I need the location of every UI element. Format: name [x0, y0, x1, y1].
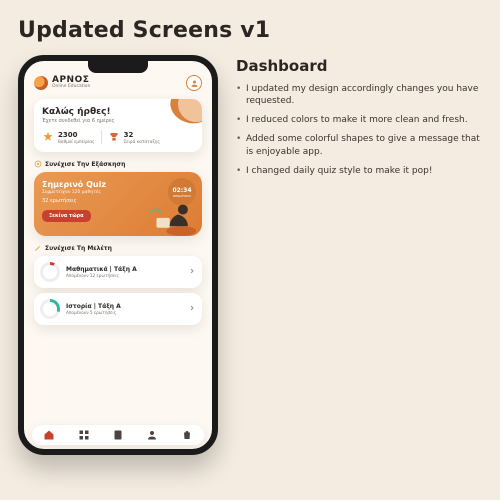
study-sub: Απομένουν 5 ερωτήσεις: [66, 310, 182, 315]
welcome-card: Καλώς ήρθες! Έχετε συνδεθεί για 6 ημέρες…: [34, 99, 202, 152]
brand-logo-icon: [34, 76, 48, 90]
app-header: ΑΡΝΟΣ Online Education: [34, 75, 202, 91]
progress-ring: 8%: [40, 262, 60, 282]
welcome-sub: Έχετε συνδεθεί για 6 ημέρες: [42, 118, 194, 124]
tab-profile[interactable]: [145, 428, 159, 442]
side-panel: Dashboard I updated my design accordingl…: [236, 55, 482, 184]
user-icon: [190, 79, 199, 88]
pencil-icon: [34, 244, 42, 252]
quiz-timer-label: απομένουν: [173, 194, 191, 198]
person-reading-icon: [148, 198, 198, 236]
study-title: Μαθηματικά | Τάξη Α: [66, 266, 182, 273]
stat-rank-value: 32: [124, 131, 160, 139]
stat-xp-value: 2300: [58, 131, 95, 139]
stat-rank-label: Σειρά κατάταξης: [124, 139, 160, 144]
section-study: Συνέχισε Τη Μελέτη: [34, 244, 202, 252]
stat-xp-label: Βαθμοί εμπειρίας: [58, 139, 95, 144]
notes-icon: [112, 429, 124, 441]
study-sub: Απομένουν 12 ερωτήσεις: [66, 273, 182, 278]
trophy-icon: [108, 131, 120, 143]
target-icon: [34, 160, 42, 168]
side-heading: Dashboard: [236, 57, 482, 75]
progress-pct: 8%: [40, 262, 60, 282]
divider: [101, 130, 102, 144]
stage: ΑΡΝΟΣ Online Education Καλώς ήρθες! Έχετ…: [18, 55, 482, 455]
study-row[interactable]: 8% Μαθηματικά | Τάξη ΑΑπομένουν 12 ερωτήσ…: [34, 256, 202, 288]
welcome-stats: 2300 Βαθμοί εμπειρίας 32 Σειρά κατάταξης: [42, 130, 194, 144]
chevron-right-icon: [188, 304, 196, 314]
screen: ΑΡΝΟΣ Online Education Καλώς ήρθες! Έχετ…: [24, 61, 212, 449]
side-bullet: Added some colorful shapes to give a mes…: [236, 133, 482, 157]
grid-icon: [78, 429, 90, 441]
brand-sub: Online Education: [52, 85, 90, 90]
star-icon: [42, 131, 54, 143]
home-icon: [43, 429, 55, 441]
brand: ΑΡΝΟΣ Online Education: [34, 76, 90, 90]
section-study-label: Συνέχισε Τη Μελέτη: [45, 245, 112, 252]
chevron-right-icon: [188, 267, 196, 277]
daily-quiz-card[interactable]: Σημερινό Quiz Συμμετείχαν 120 μαθητές 32…: [34, 172, 202, 236]
page-title: Updated Screens v1: [18, 18, 482, 43]
progress-ring: 30%: [40, 299, 60, 319]
quiz-start-button[interactable]: Ξεκίνα τώρα: [42, 210, 91, 222]
side-bullet: I updated my design accordingly changes …: [236, 83, 482, 107]
phone-frame: ΑΡΝΟΣ Online Education Καλώς ήρθες! Έχετ…: [18, 55, 218, 455]
section-practice: Συνέχισε Την Εξάσκηση: [34, 160, 202, 168]
study-list: 8% Μαθηματικά | Τάξη ΑΑπομένουν 12 ερωτήσ…: [34, 256, 202, 325]
quiz-timer-value: 02:34: [172, 187, 191, 194]
side-bullet: I reduced colors to make it more clean a…: [236, 114, 482, 126]
side-bullet: I changed daily quiz style to make it po…: [236, 165, 482, 177]
avatar-button[interactable]: [186, 75, 202, 91]
stat-xp: 2300 Βαθμοί εμπειρίας: [42, 131, 95, 144]
section-practice-label: Συνέχισε Την Εξάσκηση: [45, 161, 125, 168]
tab-home[interactable]: [42, 428, 56, 442]
progress-pct: 30%: [40, 299, 60, 319]
study-row[interactable]: 30% Ιστορία | Τάξη ΑΑπομένουν 5 ερωτήσεις: [34, 293, 202, 325]
stat-rank: 32 Σειρά κατάταξης: [108, 131, 160, 144]
tab-notes[interactable]: [111, 428, 125, 442]
tab-bar: [32, 425, 204, 445]
side-bullets: I updated my design accordingly changes …: [236, 83, 482, 177]
profile-icon: [146, 429, 158, 441]
study-title: Ιστορία | Τάξη Α: [66, 303, 182, 310]
bag-icon: [181, 429, 193, 441]
tab-bag[interactable]: [180, 428, 194, 442]
tab-grid[interactable]: [77, 428, 91, 442]
